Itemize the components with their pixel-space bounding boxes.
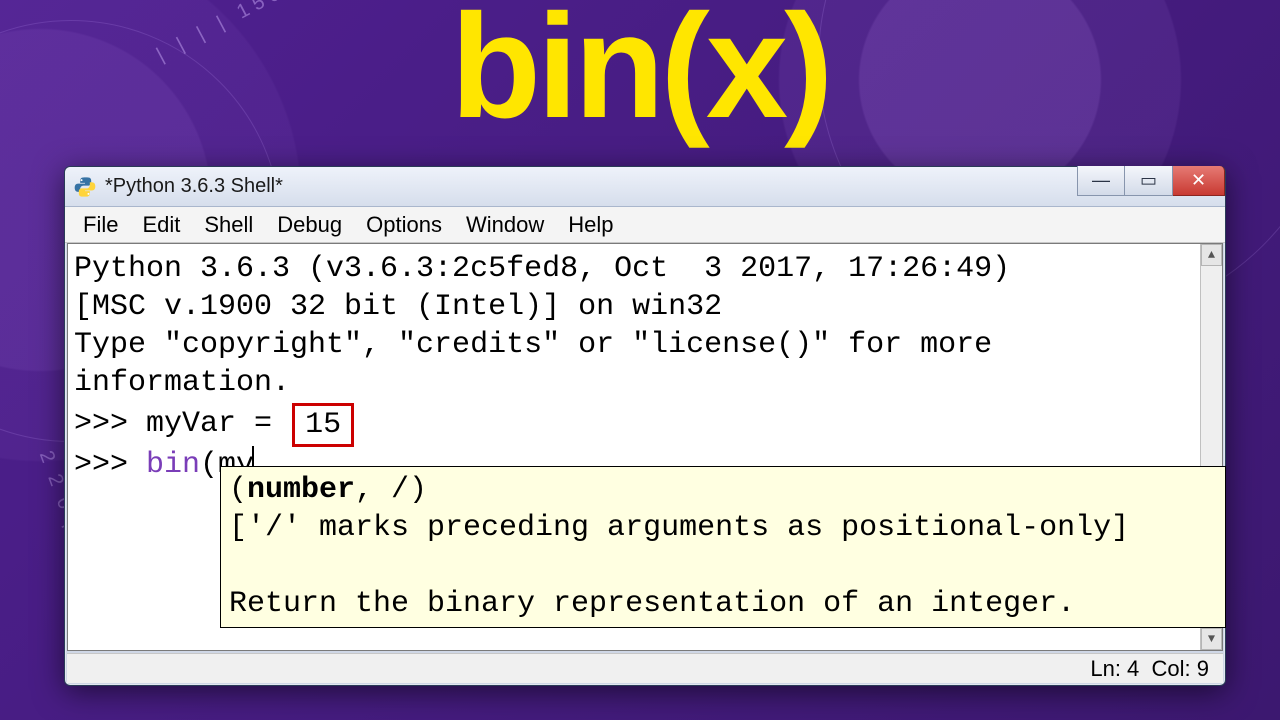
menu-file[interactable]: File — [73, 210, 128, 240]
menu-window[interactable]: Window — [456, 210, 554, 240]
menu-help[interactable]: Help — [558, 210, 623, 240]
status-line: Ln: 4 — [1090, 656, 1139, 682]
prompt-1: >>> — [74, 407, 146, 441]
scroll-down-button[interactable]: ▼ — [1201, 628, 1222, 650]
call-func-name: bin — [146, 448, 200, 482]
menu-debug[interactable]: Debug — [267, 210, 352, 240]
highlighted-value-box: 15 — [292, 403, 354, 447]
banner-line-1: Python 3.6.3 (v3.6.3:2c5fed8, Oct 3 2017… — [74, 252, 1010, 286]
headline-text: bin(x) — [0, 0, 1280, 152]
minimize-button[interactable]: — — [1077, 166, 1125, 196]
calltip-tooltip: (number, /) ['/' marks preceding argumen… — [220, 466, 1200, 628]
maximize-button[interactable]: ▭ — [1125, 166, 1173, 196]
calltip-signature: (number, /) — [229, 473, 427, 507]
calltip-note: ['/' marks preceding arguments as positi… — [229, 511, 1129, 545]
menubar: File Edit Shell Debug Options Window Hel… — [65, 207, 1225, 243]
calltip-desc: Return the binary representation of an i… — [229, 587, 1075, 621]
menu-options[interactable]: Options — [356, 210, 452, 240]
idle-window: *Python 3.6.3 Shell* — ▭ ✕ File Edit She… — [64, 166, 1226, 686]
menu-shell[interactable]: Shell — [194, 210, 263, 240]
scroll-up-button[interactable]: ▲ — [1201, 244, 1222, 266]
banner-line-2: [MSC v.1900 32 bit (Intel)] on win32 — [74, 290, 722, 324]
banner-line-3: Type "copyright", "credits" or "license(… — [74, 328, 1010, 400]
statusbar: Ln: 4 Col: 9 — [67, 653, 1223, 683]
close-button[interactable]: ✕ — [1173, 166, 1225, 196]
assign-lhs: myVar = — [146, 407, 272, 441]
menu-edit[interactable]: Edit — [132, 210, 190, 240]
window-title: *Python 3.6.3 Shell* — [105, 175, 1077, 198]
prompt-2: >>> — [74, 448, 146, 482]
status-col: Col: 9 — [1152, 656, 1209, 682]
shell-text-area[interactable]: Python 3.6.3 (v3.6.3:2c5fed8, Oct 3 2017… — [68, 244, 1200, 650]
assign-rhs: 15 — [305, 408, 341, 442]
editor-client-area: Python 3.6.3 (v3.6.3:2c5fed8, Oct 3 2017… — [67, 243, 1223, 651]
titlebar[interactable]: *Python 3.6.3 Shell* — ▭ ✕ — [65, 167, 1225, 207]
python-idle-icon — [73, 175, 97, 199]
